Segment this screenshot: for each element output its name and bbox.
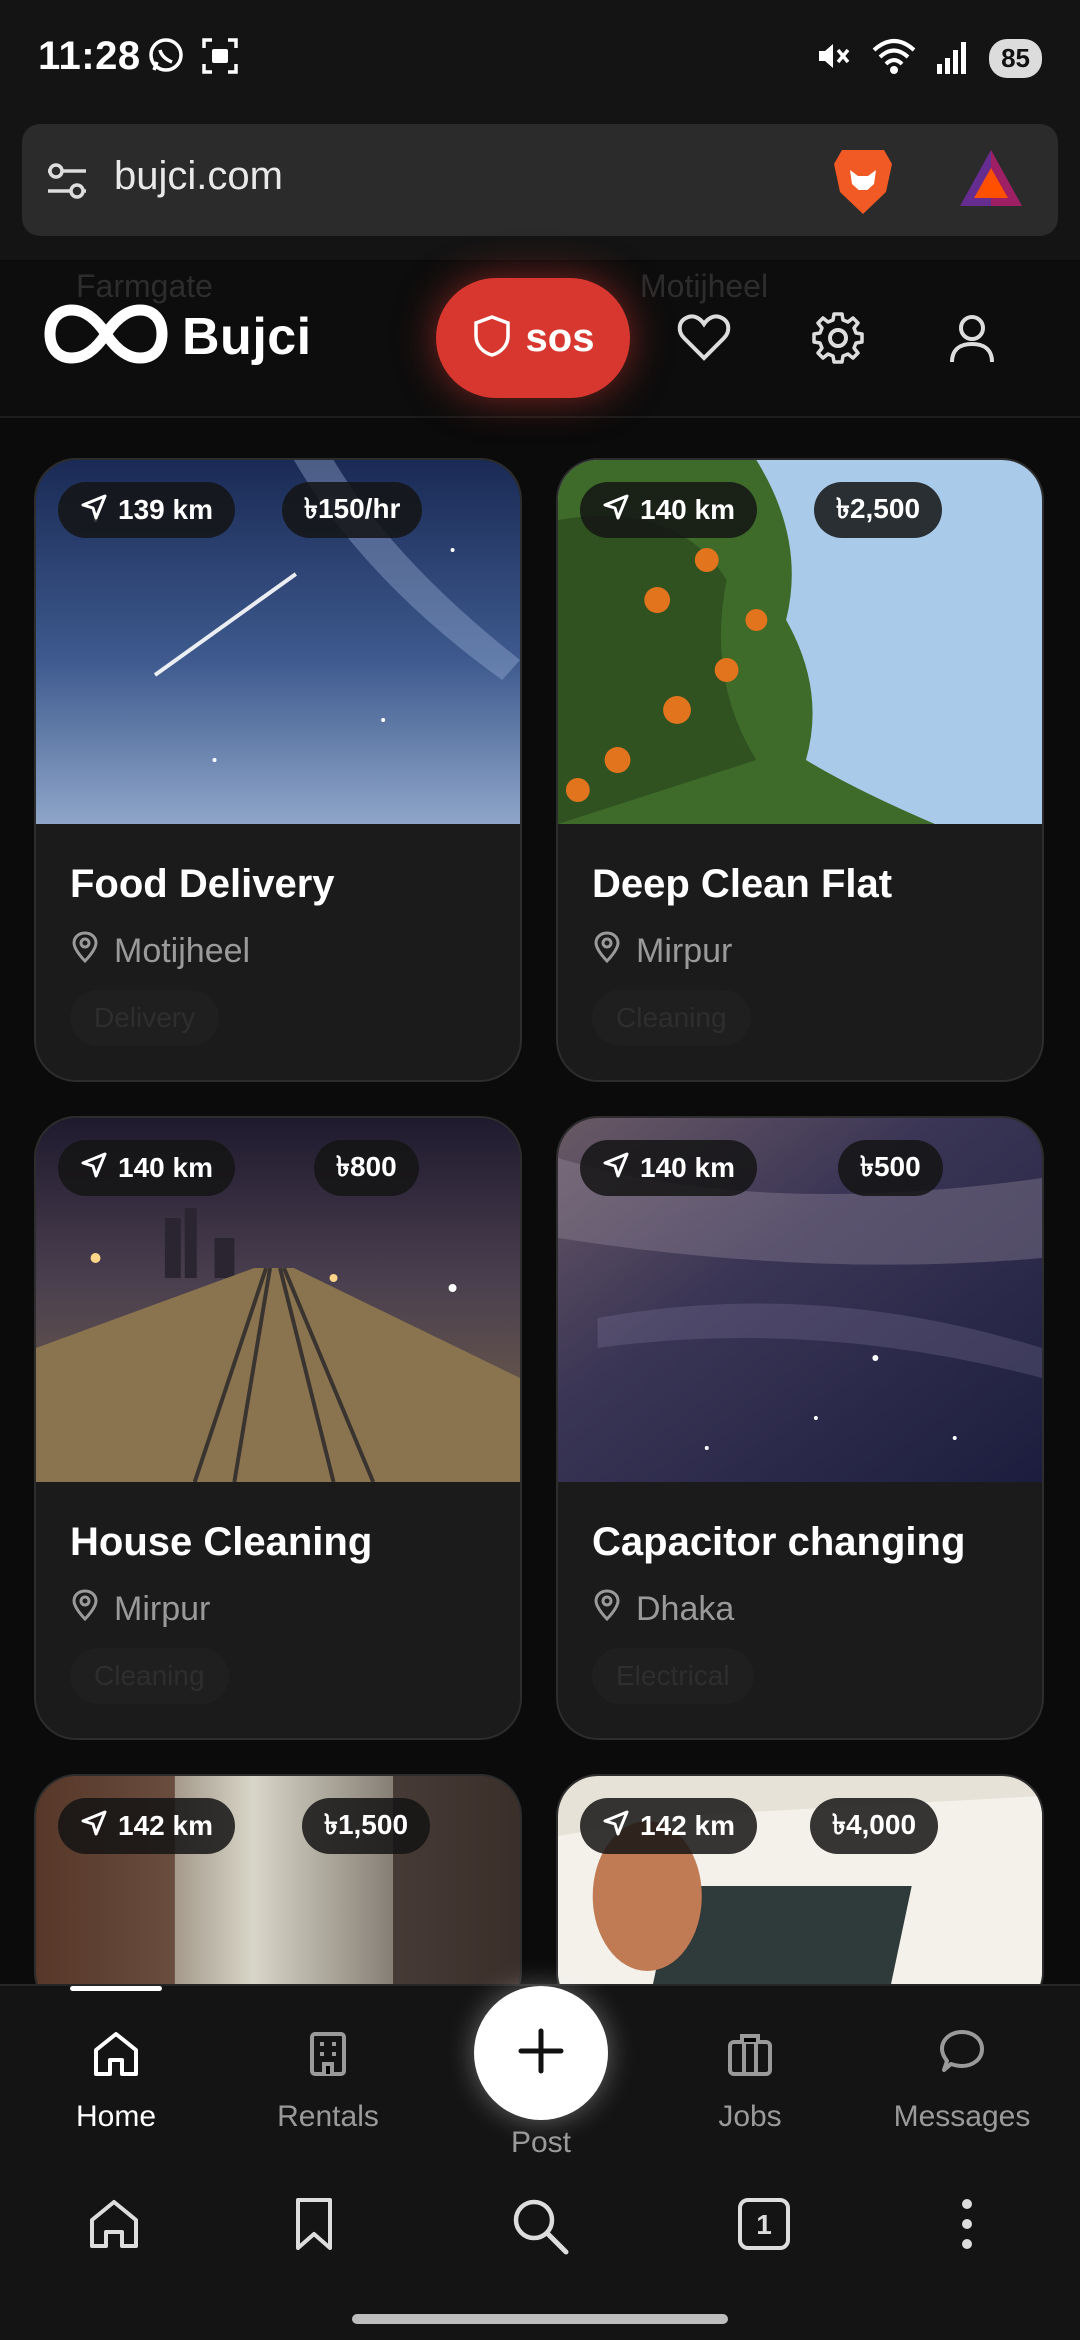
category-tag: Cleaning xyxy=(70,1648,229,1704)
post-label: Post xyxy=(510,2126,572,2159)
location-pin-icon xyxy=(70,1588,100,1631)
distance-badge: 142 km xyxy=(58,1798,235,1854)
nav-jobs-label: Jobs xyxy=(718,2100,782,2133)
infinity-logo-icon xyxy=(44,302,168,371)
listing-location: Mirpur xyxy=(70,1588,210,1631)
listing-card[interactable]: 140 km ৳500 Capacitor changing Dhaka Ele… xyxy=(556,1116,1044,1740)
ghost-location-text: Motijheel xyxy=(640,268,769,304)
distance-badge: 140 km xyxy=(58,1140,235,1196)
price-badge: ৳150/hr xyxy=(282,482,423,538)
chat-bubble-icon xyxy=(934,2026,990,2090)
listing-location: Mirpur xyxy=(592,930,732,973)
nav-rentals-label: Rentals xyxy=(277,2100,379,2133)
price-badge: ৳800 xyxy=(314,1140,419,1196)
category-tag: Electrical xyxy=(592,1648,754,1704)
nav-home-label: Home xyxy=(75,2100,157,2133)
brand-logo[interactable]: Bujci xyxy=(44,302,312,371)
sos-button[interactable]: sos xyxy=(436,278,630,398)
site-settings-icon[interactable] xyxy=(44,160,90,207)
listing-location: Motijheel xyxy=(70,930,250,973)
app-header: Farmgate Motijheel Bujci sos xyxy=(0,262,1080,418)
wifi-icon xyxy=(871,36,917,81)
more-menu-icon[interactable] xyxy=(944,2194,990,2259)
location-pin-icon xyxy=(70,930,100,973)
navigation-arrow-icon xyxy=(80,1151,108,1186)
sos-label: sos xyxy=(525,315,595,360)
category-tag: Cleaning xyxy=(592,990,751,1046)
bookmark-icon[interactable] xyxy=(284,2194,344,2259)
whatsapp-icon xyxy=(146,36,186,81)
distance-badge: 142 km xyxy=(580,1798,757,1854)
brave-rewards-icon[interactable] xyxy=(956,146,1026,215)
listing-card[interactable]: 140 km ৳800 House Cleaning Mirpur Cleani… xyxy=(34,1116,522,1740)
status-time: 11:28 xyxy=(38,34,141,78)
listing-card[interactable]: 139 km ৳150/hr Food Delivery Motijheel D… xyxy=(34,458,522,1082)
navigation-arrow-icon xyxy=(80,1809,108,1844)
navigation-arrow-icon xyxy=(602,493,630,528)
location-pin-icon xyxy=(592,930,622,973)
url-field[interactable]: bujci.com xyxy=(22,124,1058,236)
distance-badge: 140 km xyxy=(580,1140,757,1196)
price-badge: ৳4,000 xyxy=(810,1798,939,1854)
tabs-icon[interactable]: 1 xyxy=(734,2194,794,2259)
settings-gear-icon[interactable] xyxy=(810,310,866,371)
active-tab-indicator xyxy=(70,1986,162,1991)
browser-toolbar: 1 xyxy=(0,2160,1080,2340)
nav-jobs[interactable]: Jobs xyxy=(660,2026,840,2134)
nav-messages[interactable]: Messages xyxy=(872,2026,1052,2134)
home-icon[interactable] xyxy=(84,2194,144,2259)
search-icon[interactable] xyxy=(508,2194,572,2263)
price-badge: ৳2,500 xyxy=(814,482,943,538)
listing-title: Food Delivery xyxy=(70,862,335,906)
shield-icon xyxy=(472,314,512,363)
listing-title: House Cleaning xyxy=(70,1520,373,1564)
navigation-arrow-icon xyxy=(602,1151,630,1186)
category-tag: Delivery xyxy=(70,990,220,1046)
navigation-arrow-icon xyxy=(602,1809,630,1844)
listing-card[interactable]: 140 km ৳2,500 Deep Clean Flat Mirpur Cle… xyxy=(556,458,1044,1082)
status-bar: 11:28 85 xyxy=(0,0,1080,118)
ghost-location-text: Farmgate xyxy=(76,268,213,304)
tab-count: 1 xyxy=(756,2209,772,2240)
listing-card[interactable]: 142 km ৳1,500 xyxy=(34,1774,522,2014)
briefcase-icon xyxy=(722,2026,778,2090)
distance-badge: 139 km xyxy=(58,482,235,538)
screenshot-icon xyxy=(200,36,240,81)
profile-icon[interactable] xyxy=(944,310,1000,371)
navigation-arrow-icon xyxy=(80,493,108,528)
plus-icon xyxy=(515,2025,567,2082)
signal-icon xyxy=(935,36,971,81)
browser-address-bar: bujci.com xyxy=(0,118,1080,260)
building-icon xyxy=(300,2026,356,2090)
distance-badge: 140 km xyxy=(580,482,757,538)
gesture-home-indicator[interactable] xyxy=(352,2314,728,2324)
listing-title: Deep Clean Flat xyxy=(592,862,893,906)
location-pin-icon xyxy=(592,1588,622,1631)
nav-messages-label: Messages xyxy=(893,2100,1031,2133)
battery-badge: 85 xyxy=(989,39,1042,78)
favorites-heart-icon[interactable] xyxy=(676,310,732,371)
nav-rentals[interactable]: Rentals xyxy=(238,2026,418,2134)
mute-icon xyxy=(813,36,853,81)
brave-lion-icon[interactable] xyxy=(830,146,896,223)
listing-location: Dhaka xyxy=(592,1588,734,1631)
post-button[interactable] xyxy=(474,1986,608,2120)
url-text[interactable]: bujci.com xyxy=(114,154,283,199)
price-badge: ৳1,500 xyxy=(302,1798,431,1854)
brand-name: Bujci xyxy=(182,307,312,366)
nav-home[interactable]: Home xyxy=(26,2026,206,2134)
price-badge: ৳500 xyxy=(838,1140,943,1196)
listing-card[interactable]: 142 km ৳4,000 xyxy=(556,1774,1044,2014)
listing-title: Capacitor changing xyxy=(592,1520,966,1564)
home-icon xyxy=(88,2026,144,2090)
